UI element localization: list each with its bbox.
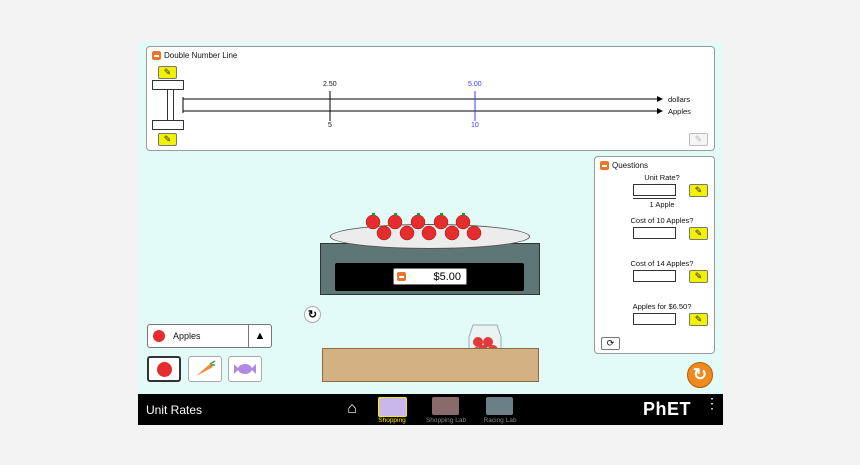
apple-icon — [153, 330, 165, 342]
pencil-icon: ✎ — [694, 314, 703, 324]
apple-icon — [410, 214, 426, 230]
navigation-bar: Unit Rates ⌂ Shopping Shopping Lab Racin… — [138, 394, 723, 425]
apple-icon — [365, 214, 381, 230]
apples-for-650-question: Apples for $6.50? — [632, 302, 692, 311]
reset-icon: ↻ — [307, 309, 318, 321]
edit-cost-10-apples-button[interactable]: ✎ — [689, 227, 708, 240]
tab-racing-lab-label: Racing Lab — [483, 417, 517, 424]
carrot-icon — [196, 360, 216, 376]
marker-1-top-value: 2.50 — [323, 81, 337, 88]
questions-panel: Questions Unit Rate? 1 Apple ✎ Cost of 1… — [594, 156, 715, 354]
unit-rate-answer-box[interactable] — [633, 184, 676, 196]
marker-2-top-value: 5.00 — [468, 81, 482, 88]
selector-arrow-button[interactable]: ▲ — [248, 325, 271, 347]
sim-title: Unit Rates — [146, 403, 203, 417]
tab-shopping[interactable]: Shopping — [372, 396, 412, 425]
apples-arrowhead — [657, 108, 663, 114]
collapse-icon[interactable] — [600, 161, 609, 171]
reset-scale-button[interactable]: ↻ — [304, 306, 321, 323]
apple-icon — [421, 225, 437, 241]
phet-menu-button[interactable]: ⋮ — [705, 396, 719, 420]
racing-lab-icon — [486, 397, 513, 415]
cost-14-apples-answer-box[interactable] — [633, 270, 676, 282]
unit-rate-denominator: 1 Apple — [649, 200, 675, 209]
cost-10-apples-question: Cost of 10 Apples? — [630, 216, 694, 225]
collapse-price-icon[interactable] — [397, 272, 406, 281]
shelf — [322, 348, 539, 382]
questions-title: Questions — [612, 161, 649, 170]
chevron-up-icon: ▲ — [254, 330, 266, 342]
refresh-icon: ⟳ — [606, 338, 615, 348]
edit-apples-for-650-button[interactable]: ✎ — [689, 313, 708, 326]
questions-header[interactable]: Questions — [600, 161, 649, 171]
apple-icon — [399, 225, 415, 241]
marker-1-bottom-value: 5 — [328, 122, 332, 129]
edit-unit-rate-button[interactable]: ✎ — [689, 184, 708, 197]
pencil-icon: ✎ — [694, 271, 703, 281]
cost-14-apples-question: Cost of 14 Apples? — [630, 259, 694, 268]
number-lines — [182, 91, 663, 121]
shopping-icon — [378, 397, 407, 417]
apple-icon — [455, 214, 471, 230]
item-selector-label: Apples — [173, 331, 201, 341]
apple-icon — [433, 214, 449, 230]
tab-shopping-lab-label: Shopping Lab — [425, 417, 467, 424]
unit-rate-question: Unit Rate? — [644, 173, 680, 182]
marker-2-bottom-value: 10 — [471, 122, 479, 129]
dollars-arrowhead — [657, 96, 663, 102]
price-readout: $5.00 — [393, 268, 467, 285]
phet-logo[interactable]: PhET — [643, 399, 691, 420]
apples-on-scale — [365, 213, 482, 241]
cost-10-apples-answer-box[interactable] — [633, 227, 676, 239]
home-icon: ⌂ — [347, 400, 357, 417]
eraser-button[interactable]: ✎ — [689, 133, 708, 146]
sim-screen: Double Number Line ✎ ✎ dollars Apples 2.… — [138, 42, 723, 425]
apple-icon — [387, 214, 403, 230]
shopping-lab-icon — [432, 397, 459, 415]
tab-shopping-lab[interactable]: Shopping Lab — [421, 396, 471, 425]
carrots-item-button[interactable] — [188, 356, 222, 382]
double-number-line-panel: Double Number Line ✎ ✎ dollars Apples 2.… — [146, 46, 715, 151]
apple-icon — [156, 361, 172, 377]
price-value: $5.00 — [433, 271, 461, 283]
apple-icon — [376, 225, 392, 241]
refresh-questions-button[interactable]: ⟳ — [601, 337, 620, 350]
apples-item-button[interactable] — [147, 356, 181, 382]
apples-axis-label: Apples — [668, 107, 691, 116]
reset-all-icon: ↻ — [692, 365, 708, 384]
reset-all-button[interactable]: ↻ — [687, 362, 713, 388]
tab-shopping-label: Shopping — [378, 417, 406, 424]
item-selector[interactable]: Apples ▲ — [147, 324, 272, 348]
candy-icon — [234, 364, 256, 374]
kebab-menu-icon: ⋮ — [705, 395, 719, 411]
apple-icon — [444, 225, 460, 241]
fraction-bar — [633, 198, 676, 199]
pencil-icon: ✎ — [694, 185, 703, 195]
pencil-icon: ✎ — [694, 228, 703, 238]
dollars-axis-label: dollars — [668, 95, 691, 104]
phet-brand-text: PhET — [643, 399, 692, 419]
apples-for-650-answer-box[interactable] — [633, 313, 676, 325]
tab-racing-lab[interactable]: Racing Lab — [478, 396, 522, 425]
eraser-icon: ✎ — [694, 134, 703, 144]
edit-cost-14-apples-button[interactable]: ✎ — [689, 270, 708, 283]
candy-item-button[interactable] — [228, 356, 262, 382]
apple-icon — [466, 225, 482, 241]
home-button[interactable]: ⌂ — [343, 400, 361, 418]
